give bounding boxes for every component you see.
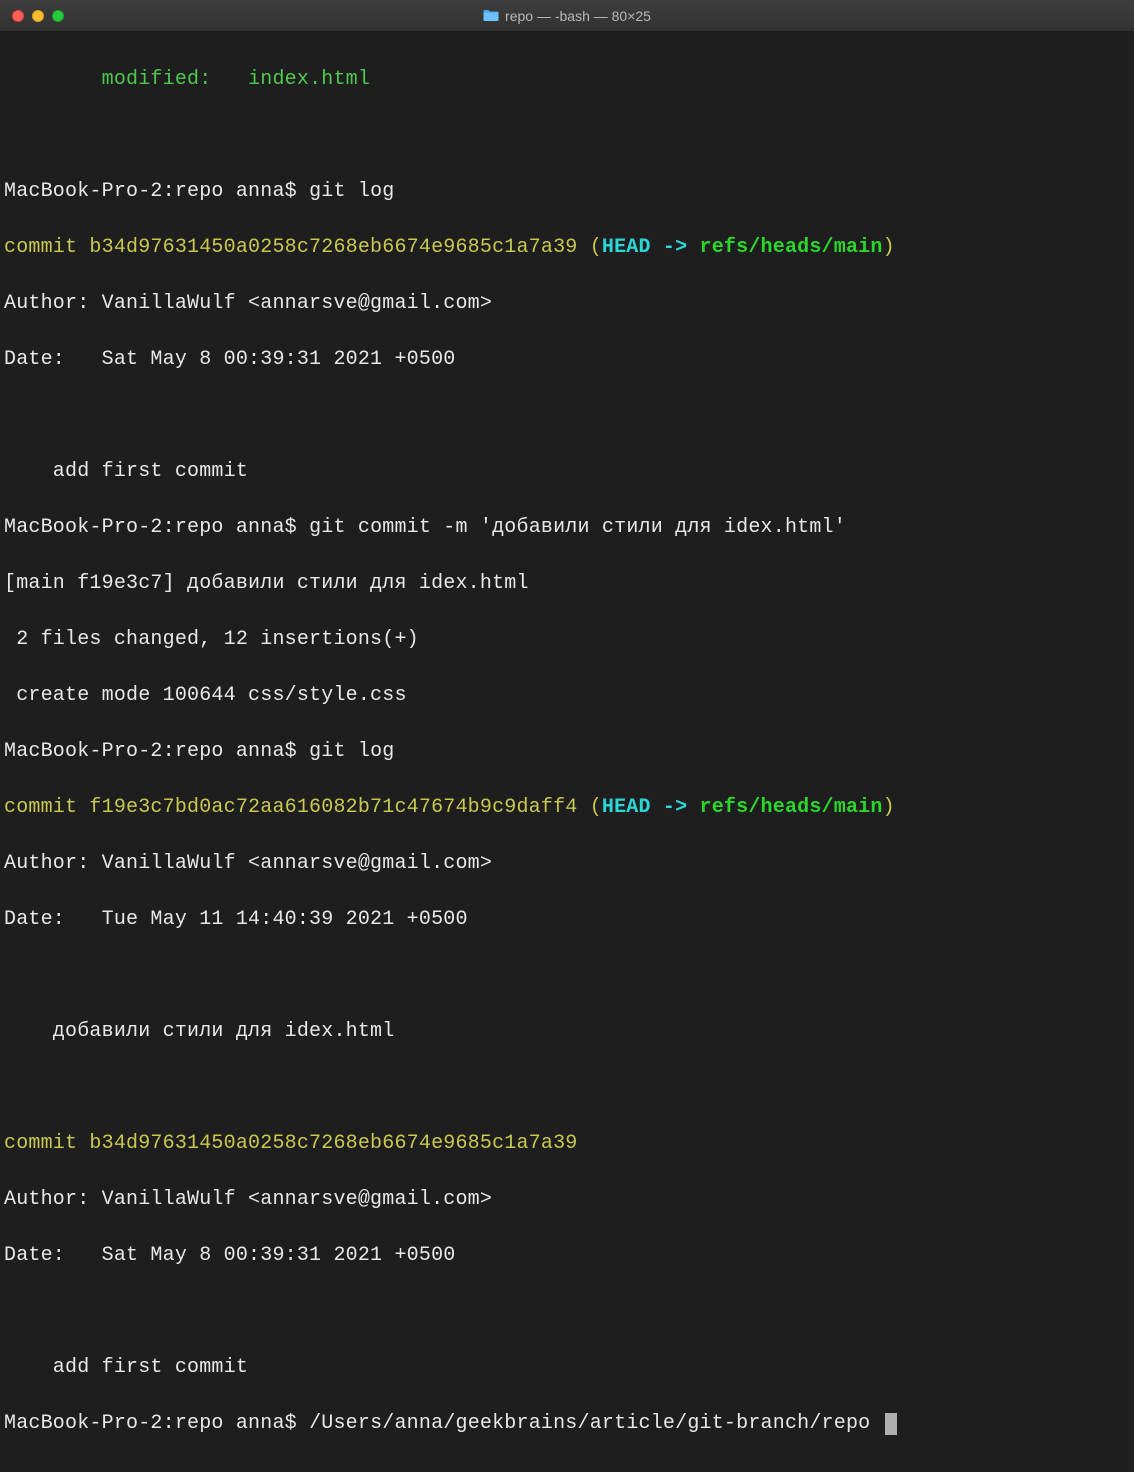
prompt-line: MacBook-Pro-2:repo anna$ git log bbox=[4, 178, 1130, 206]
output-line: create mode 100644 css/style.css bbox=[4, 682, 1130, 710]
head-label: HEAD -> bbox=[602, 236, 700, 259]
window-title-wrap: repo — -bash — 80×25 bbox=[0, 8, 1134, 24]
commit-line: commit b34d97631450a0258c7268eb6674e9685… bbox=[4, 234, 1130, 262]
commit-msg: добавили стили для idex.html bbox=[4, 1018, 1130, 1046]
maximize-button[interactable] bbox=[52, 10, 64, 22]
date-line: Date: Sat May 8 00:39:31 2021 +0500 bbox=[4, 1242, 1130, 1270]
prompt: MacBook-Pro-2:repo anna$ bbox=[4, 1412, 297, 1435]
command-text: git commit -m 'добавили стили для idex.h… bbox=[309, 516, 846, 539]
paren-close: ) bbox=[883, 796, 895, 819]
prompt-line: MacBook-Pro-2:repo anna$ git commit -m '… bbox=[4, 514, 1130, 542]
paren-close: ) bbox=[883, 236, 895, 259]
blank-line bbox=[4, 402, 1130, 430]
blank-line bbox=[4, 962, 1130, 990]
modified-file: index.html bbox=[248, 68, 370, 91]
window-titlebar: repo — -bash — 80×25 bbox=[0, 0, 1134, 32]
date-line: Date: Sat May 8 00:39:31 2021 +0500 bbox=[4, 346, 1130, 374]
author-line: Author: VanillaWulf <annarsve@gmail.com> bbox=[4, 290, 1130, 318]
status-line: modified: index.html bbox=[4, 66, 1130, 94]
head-label: HEAD -> bbox=[602, 796, 700, 819]
commit-msg: add first commit bbox=[4, 458, 1130, 486]
author-line: Author: VanillaWulf <annarsve@gmail.com> bbox=[4, 1186, 1130, 1214]
blank-line bbox=[4, 1074, 1130, 1102]
modified-label: modified: bbox=[102, 68, 212, 91]
commit-line: commit f19e3c7bd0ac72aa616082b71c47674b9… bbox=[4, 794, 1130, 822]
author-line: Author: VanillaWulf <annarsve@gmail.com> bbox=[4, 850, 1130, 878]
commit-msg: add first commit bbox=[4, 1354, 1130, 1382]
terminal-output[interactable]: modified: index.html MacBook-Pro-2:repo … bbox=[0, 32, 1134, 1472]
blank-line bbox=[4, 1298, 1130, 1326]
blank-line bbox=[4, 122, 1130, 150]
commit-hash: commit b34d97631450a0258c7268eb6674e9685… bbox=[4, 236, 578, 259]
prompt: MacBook-Pro-2:repo anna$ bbox=[4, 180, 297, 203]
command-text: git log bbox=[309, 180, 394, 203]
output-line: [main f19e3c7] добавили стили для idex.h… bbox=[4, 570, 1130, 598]
commit-hash: commit b34d97631450a0258c7268eb6674e9685… bbox=[4, 1132, 578, 1155]
traffic-lights bbox=[12, 10, 64, 22]
close-button[interactable] bbox=[12, 10, 24, 22]
output-line: 2 files changed, 12 insertions(+) bbox=[4, 626, 1130, 654]
cursor bbox=[885, 1413, 897, 1435]
minimize-button[interactable] bbox=[32, 10, 44, 22]
commit-hash: commit f19e3c7bd0ac72aa616082b71c47674b9… bbox=[4, 796, 578, 819]
prompt: MacBook-Pro-2:repo anna$ bbox=[4, 516, 297, 539]
commit-line: commit b34d97631450a0258c7268eb6674e9685… bbox=[4, 1130, 1130, 1158]
folder-icon bbox=[483, 9, 499, 22]
ref-name: refs/heads/main bbox=[700, 796, 883, 819]
command-text: /Users/anna/geekbrains/article/git-branc… bbox=[309, 1412, 870, 1435]
window-title: repo — -bash — 80×25 bbox=[505, 8, 651, 24]
ref-name: refs/heads/main bbox=[700, 236, 883, 259]
prompt-line: MacBook-Pro-2:repo anna$ /Users/anna/gee… bbox=[4, 1410, 1130, 1438]
paren-open: ( bbox=[578, 236, 602, 259]
paren-open: ( bbox=[578, 796, 602, 819]
prompt-line: MacBook-Pro-2:repo anna$ git log bbox=[4, 738, 1130, 766]
date-line: Date: Tue May 11 14:40:39 2021 +0500 bbox=[4, 906, 1130, 934]
